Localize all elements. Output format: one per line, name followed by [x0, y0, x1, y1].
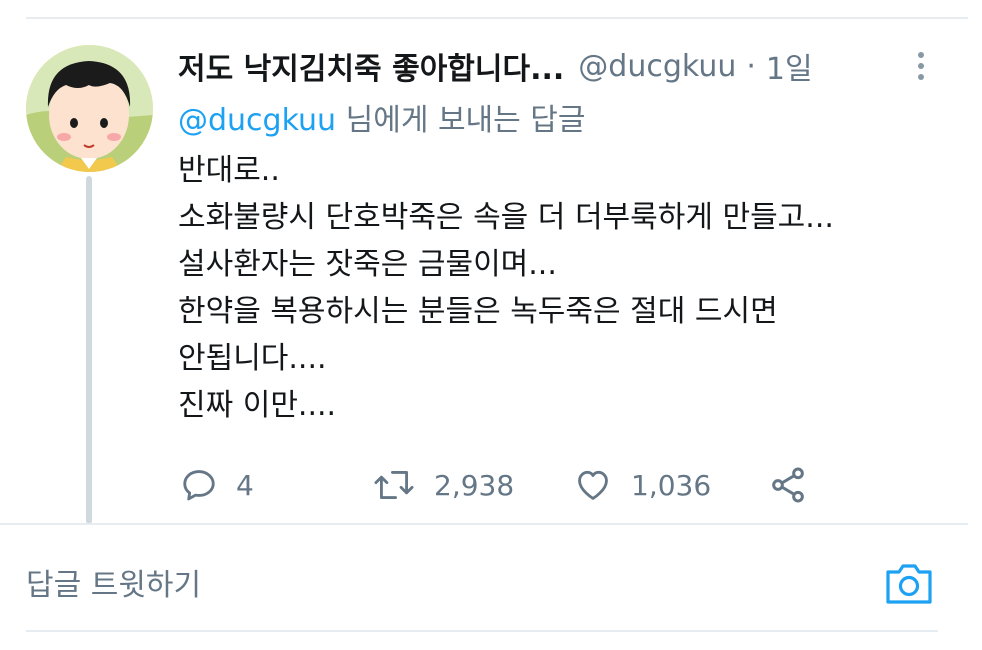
bottom-divider	[26, 630, 938, 632]
thread-line	[86, 176, 92, 524]
like-button[interactable]: 1,036	[573, 462, 711, 508]
tweet-body-line: 한약을 복용하시는 분들은 녹두죽은 절대 드시면	[178, 294, 778, 329]
camera-icon[interactable]	[883, 560, 935, 608]
avatar[interactable]	[26, 45, 153, 172]
tweet-body-line: 안됩니다....	[178, 341, 327, 376]
tweet-body-line: 반대로..	[178, 153, 280, 188]
tweet-body-line: 소화불량시 단호박죽은 속을 더 더부룩하게 만들고...	[178, 200, 834, 235]
tweet-body: 반대로.. 소화불량시 단호박죽은 속을 더 더부룩하게 만들고... 설사환자…	[178, 147, 948, 429]
tweet-actions: 4 2,938 1,036	[178, 462, 838, 508]
retweet-button[interactable]: 2,938	[372, 462, 514, 508]
top-divider	[26, 17, 968, 19]
share-button[interactable]	[768, 462, 808, 508]
separator-dot: ·	[746, 48, 756, 84]
retweet-icon	[374, 471, 414, 499]
section-divider	[0, 523, 968, 525]
like-count: 1,036	[631, 468, 712, 502]
tweet-body-line: 설사환자는 잣죽은 금물이며...	[178, 247, 557, 282]
tweet-header: 저도 낙지김치죽 좋아합니다... @ducgkuu · 1일	[178, 44, 938, 88]
share-icon	[772, 467, 804, 503]
retweet-count: 2,938	[434, 468, 515, 502]
reply-icon	[183, 470, 215, 501]
heart-icon	[578, 470, 608, 500]
tweet-time[interactable]: 1일	[766, 44, 813, 88]
reply-compose-input[interactable]: 답글 트윗하기	[26, 560, 201, 604]
reply-to-mention[interactable]: @ducgkuu	[178, 103, 336, 138]
reply-button[interactable]: 4	[180, 462, 254, 508]
more-options-icon[interactable]	[906, 48, 936, 84]
avatar-illustration	[26, 45, 153, 172]
reply-count: 4	[236, 468, 254, 502]
reply-to-label: 님에게 보내는 답글	[336, 103, 586, 138]
camera-icon-graphic	[886, 564, 932, 604]
display-name[interactable]: 저도 낙지김치죽 좋아합니다...	[178, 44, 564, 88]
tweet-body-line: 진짜 이만....	[178, 388, 337, 423]
reply-to-line: @ducgkuu 님에게 보내는 답글	[178, 95, 586, 138]
user-handle[interactable]: @ducgkuu	[578, 49, 736, 84]
